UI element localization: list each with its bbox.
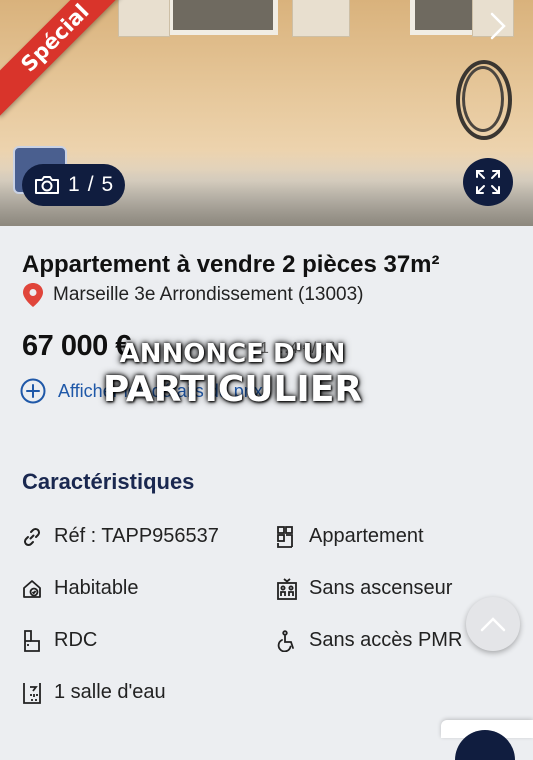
photo-counter[interactable]: 1 / 5 [22,164,125,206]
next-photo-icon[interactable] [486,12,510,40]
overlay-line-2: PARTICULIER [102,369,363,410]
feature-label: Sans accès PMR [309,629,463,651]
shutter [292,0,350,37]
feature-label: Réf : TAPP956537 [54,525,219,547]
special-badge: Spécial [0,0,134,117]
feature-label: Sans ascenseur [309,577,453,599]
feature-elevator: Sans ascenseur [277,577,452,600]
feature-accessibility: Sans accès PMR [277,629,462,652]
elevator-icon [277,577,297,600]
private-seller-overlay: ANNONCE D'UN PARTICULIER [0,336,533,408]
feature-condition: Habitable [22,577,139,600]
chat-widget-avatar [455,730,515,760]
floor-level-icon [24,629,40,652]
characteristics-heading: Caractéristiques [22,469,195,494]
expand-icon [476,170,500,194]
window [168,0,278,35]
photo-counter-total: 5 [101,173,114,196]
location-pin-icon [23,283,43,307]
building-grid-icon [277,525,293,548]
fullscreen-button[interactable] [463,158,513,206]
feature-reference: Réf : TAPP956537 [22,525,219,548]
camera-icon [35,176,59,194]
link-icon [23,527,41,546]
feature-property-type: Appartement [277,525,424,548]
location-text: Marseille 3e Arrondissement (13003) [53,284,364,305]
house-check-icon [23,579,41,598]
feature-floor: RDC [22,629,97,652]
scroll-to-top-button[interactable] [466,597,520,651]
chevron-up-icon [480,617,506,632]
photo-counter-separator: / [87,173,94,196]
overlay-line-1: ANNONCE D'UN [119,339,346,369]
window [410,0,480,35]
listing-location: Marseille 3e Arrondissement (13003) [22,282,364,308]
feature-label: Appartement [309,525,424,547]
garden-hose-inner [462,66,504,132]
wheelchair-icon [277,629,294,652]
feature-bathroom: 1 salle d'eau [22,681,166,704]
feature-label: 1 salle d'eau [54,681,166,703]
listing-photo[interactable]: Spécial 1 / 5 [0,0,533,226]
photo-counter-current: 1 [68,173,80,196]
chat-widget[interactable] [441,720,533,760]
feature-label: RDC [54,629,98,651]
feature-label: Habitable [54,577,139,599]
shower-icon [23,682,41,704]
listing-title: Appartement à vendre 2 pièces 37m² [22,251,440,278]
shutter [118,0,170,37]
